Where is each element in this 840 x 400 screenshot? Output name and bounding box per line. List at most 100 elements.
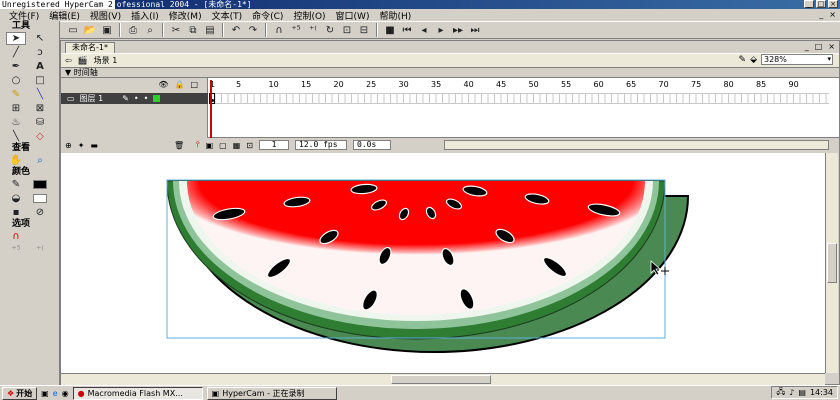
outline-icon[interactable]: □ [190,80,198,91]
tray-sound-icon[interactable]: ♪ [789,388,794,397]
close-button[interactable]: × [828,0,838,8]
doc-min-button[interactable]: _ [805,42,809,51]
frames-row[interactable] [209,93,829,104]
undo-icon[interactable]: ↶ [229,23,243,37]
line-tool-icon[interactable]: ╱ [6,46,26,59]
timeline-header[interactable]: ▼ 时间轴 [61,68,839,78]
layer-visible-dot[interactable]: • [134,93,139,104]
control-step-back-icon[interactable]: ◂ [417,23,431,37]
rectangle-tool-icon[interactable]: □ [30,74,50,87]
straighten-icon[interactable]: ⁺⁽ [306,23,320,37]
zoom-tool-icon[interactable]: ⌕ [30,154,50,167]
paint-bucket-tool-icon[interactable]: ⛁ [30,116,50,129]
onion-skin-icon[interactable]: ▣ [206,141,214,150]
copy-icon[interactable]: ⧉ [186,23,200,37]
edit-scene-icon[interactable]: ⬙ [750,55,757,65]
stage-area[interactable] [61,153,825,373]
scale-icon[interactable]: ⊡ [340,23,354,37]
start-button[interactable]: ❖ 开始 [2,386,38,400]
pencil-tool-icon[interactable]: ✎ [6,88,26,101]
eraser-tool-icon[interactable]: ◇ [30,130,50,143]
stage-horizontal-scrollbar[interactable] [61,373,825,385]
hand-tool-icon[interactable]: ✋ [6,154,26,167]
delete-layer-icon[interactable]: 🗑 [174,141,184,150]
eyedropper-tool-icon[interactable]: ╲ [6,130,26,143]
no-color-icon[interactable]: ⊘ [30,206,50,219]
rotate-icon[interactable]: ↻ [323,23,337,37]
swap-colors-icon[interactable]: ▪ [6,206,26,219]
lock-icon[interactable]: 🔒 [174,80,184,91]
center-frame-icon[interactable]: ⫯ [196,140,199,150]
minimize-button[interactable]: _ [804,0,814,8]
paste-icon[interactable]: ▤ [203,23,217,37]
task-flash[interactable]: ● Macromedia Flash MX... [72,386,203,400]
new-file-icon[interactable]: ▭ [66,23,80,37]
quicklaunch-desktop-icon[interactable]: ▣ [41,389,49,398]
eye-icon[interactable]: 👁 [158,80,168,91]
redo-icon[interactable]: ↷ [246,23,260,37]
align-icon[interactable]: ⊟ [357,23,371,37]
task-hypercam[interactable]: ▣ HyperCam - 正在录制 [206,386,337,400]
control-end-icon[interactable]: ⏭ [468,23,482,37]
stroke-swatch[interactable] [30,178,50,191]
tray-app-icon[interactable]: ▤ [798,388,806,397]
doc-minimize-button[interactable]: _ [819,10,823,19]
tray-network-icon[interactable]: 🖧 [776,386,785,400]
brush-tool-icon[interactable]: ╲ [30,88,50,101]
layer-row[interactable]: ▭ 图层 1 ✎ • • [61,93,208,104]
quicklaunch-ie-icon[interactable]: e [53,389,58,398]
zoom-select[interactable]: 328% [761,54,833,65]
snap-option-icon[interactable]: ∩ [6,230,26,243]
frames-ruler[interactable]: 1 5 10 15 20 25 30 35 40 45 50 55 60 65 70 75 80 85 90 [209,80,829,91]
doc-close-button[interactable]: × [829,10,836,19]
scene-label[interactable]: 场景 1 [94,55,118,66]
layer-outline-swatch[interactable] [153,95,161,102]
add-folder-icon[interactable]: ▬ [90,141,98,150]
text-tool-icon[interactable]: A [30,60,50,73]
menu-control[interactable]: 控制(O) [288,9,330,22]
arrow-tool-icon[interactable]: ➤ [6,32,26,45]
playhead[interactable] [210,80,212,138]
doc-max-button[interactable]: □ [815,42,823,51]
onion-outline-icon[interactable]: ▢ [219,141,227,150]
control-step-forward-icon[interactable]: ▸▸ [451,23,465,37]
stage-vertical-scrollbar[interactable] [825,153,838,373]
smooth-option-icon[interactable]: ⁺⁵ [6,244,26,257]
menu-text[interactable]: 文本(T) [207,9,248,22]
print-preview-icon[interactable]: ⌕ [143,23,157,37]
menu-modify[interactable]: 修改(M) [164,9,207,22]
back-arrow-icon[interactable]: ⇦ [65,56,72,65]
subselect-tool-icon[interactable]: ↖ [30,32,50,45]
snap-magnet-icon[interactable]: ∩ [272,23,286,37]
oval-tool-icon[interactable]: ○ [6,74,26,87]
straighten-option-icon[interactable]: ⁺⁽ [30,244,50,257]
edit-symbol-icon[interactable]: ✎ [739,55,747,65]
menu-view[interactable]: 视图(V) [85,9,126,22]
menu-window[interactable]: 窗口(W) [331,9,375,22]
print-icon[interactable]: ⎙ [126,23,140,37]
edit-multiple-icon[interactable]: ▦ [233,141,241,150]
maximize-button[interactable]: □ [816,0,826,8]
ink-bottle-tool-icon[interactable]: ♨ [6,116,26,129]
menu-edit[interactable]: 编辑(E) [44,9,85,22]
free-transform-tool-icon[interactable]: ⊞ [6,102,26,115]
document-tab[interactable]: 未命名-1* [65,42,115,53]
fill-swatch[interactable] [30,192,50,205]
quicklaunch-media-icon[interactable]: ◉ [62,389,69,398]
menu-help[interactable]: 帮助(H) [374,9,416,22]
layer-lock-dot[interactable]: • [144,93,149,104]
stroke-color-icon[interactable]: ✎ [6,178,26,191]
control-rewind-icon[interactable]: ⏮ [400,23,414,37]
lasso-tool-icon[interactable]: ↄ [30,46,50,59]
layer-name[interactable]: 图层 1 [80,93,104,104]
vscroll-thumb[interactable] [827,243,837,283]
smooth-icon[interactable]: ⁺⁵ [289,23,303,37]
save-icon[interactable]: ▣ [100,23,114,37]
doc-x-button[interactable]: × [828,42,835,51]
menu-insert[interactable]: 插入(I) [126,9,164,22]
cut-icon[interactable]: ✂ [169,23,183,37]
fill-transform-tool-icon[interactable]: ⊠ [30,102,50,115]
control-play-icon[interactable]: ▸ [434,23,448,37]
add-layer-icon[interactable]: ⊕ [65,141,72,150]
add-guide-icon[interactable]: ✦ [78,141,85,150]
